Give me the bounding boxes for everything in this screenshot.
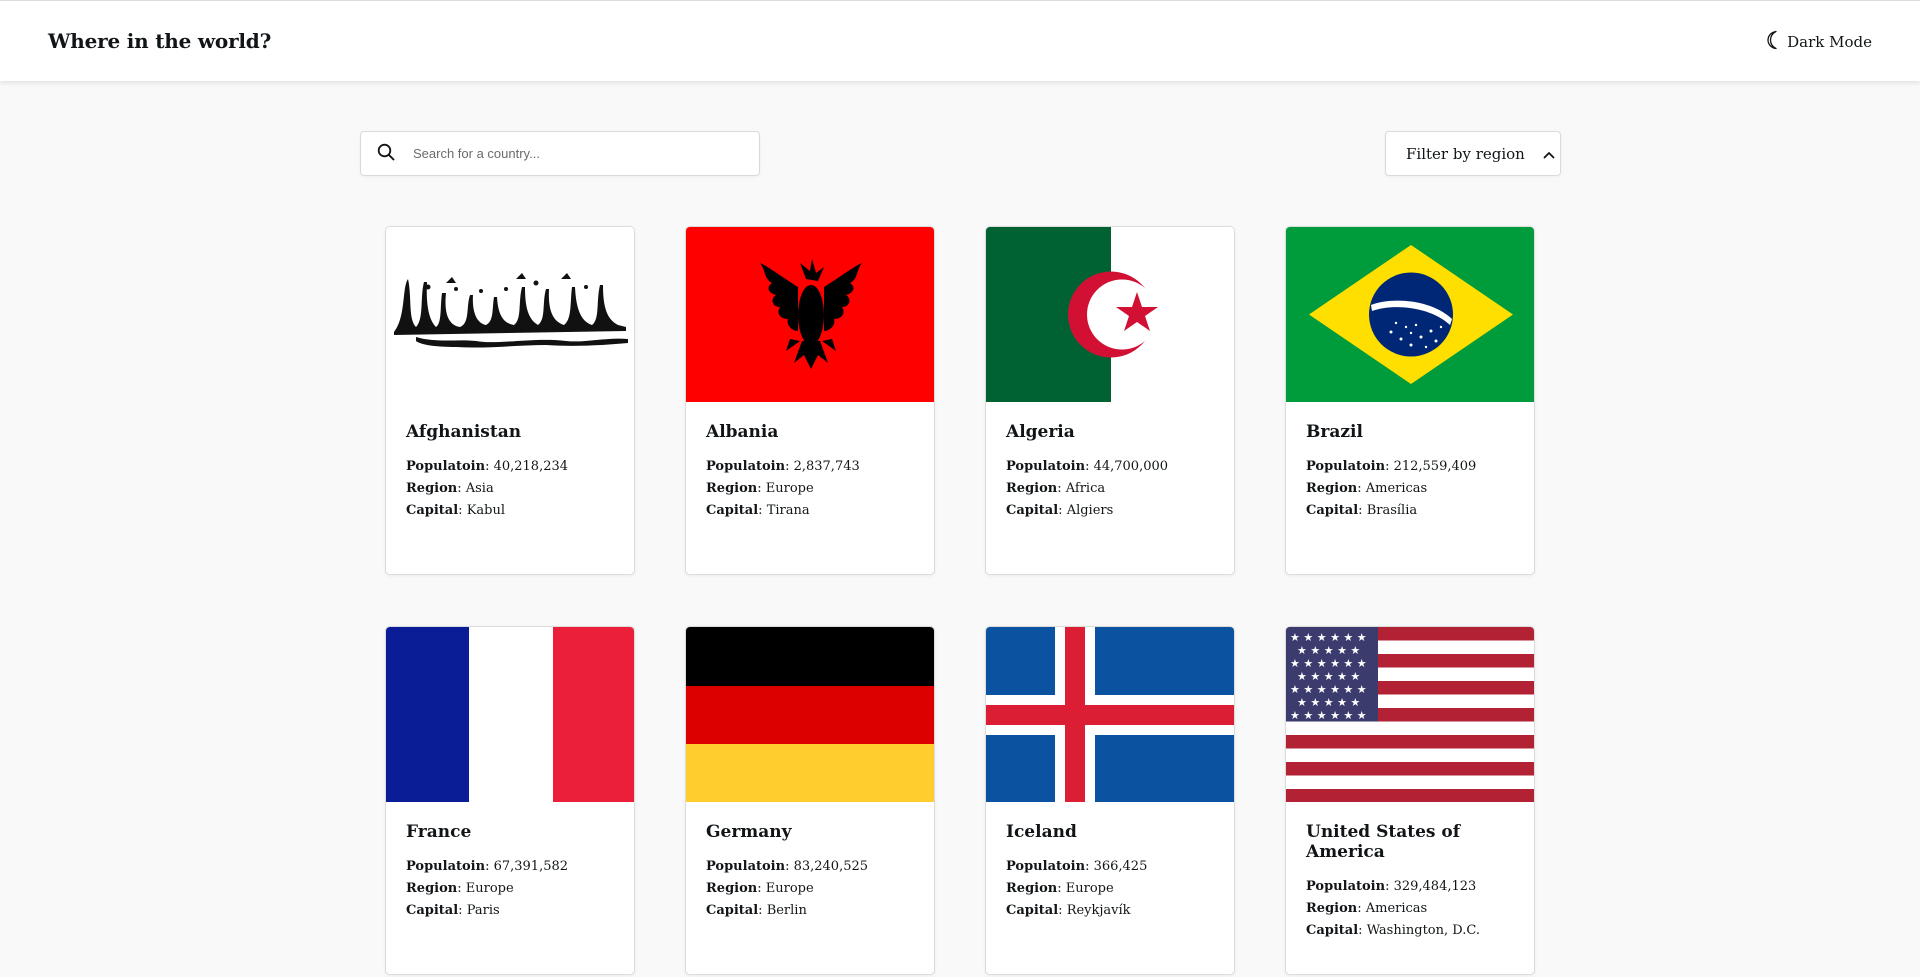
capital-stat: Capital: Paris — [406, 903, 500, 918]
population-stat: Populatoin: 67,391,582 — [406, 859, 569, 874]
country-card[interactable]: Afghanistan Populatoin: 40,218,234 Regio… — [385, 226, 635, 575]
country-card[interactable]: Albania Populatoin: 2,837,743 Region: Eu… — [685, 226, 935, 575]
iceland-flag-image — [986, 627, 1234, 802]
search-icon — [377, 143, 395, 165]
svg-text:★ ★ ★ ★ ★ ★: ★ ★ ★ ★ ★ ★ — [1290, 631, 1367, 644]
dark-mode-label: Dark Mode — [1787, 33, 1872, 51]
svg-text:★ ★ ★ ★ ★: ★ ★ ★ ★ ★ — [1297, 644, 1360, 657]
top-header: Where in the world? Dark Mode — [0, 0, 1920, 81]
population-stat: Populatoin: 2,837,743 — [706, 459, 860, 474]
country-card[interactable]: Algeria Populatoin: 44,700,000 Region: A… — [985, 226, 1235, 575]
germany-flag-image — [686, 627, 934, 802]
country-card[interactable]: France Populatoin: 67,391,582 Region: Eu… — [385, 626, 635, 975]
region-stat: Region: Africa — [1006, 481, 1106, 496]
capital-stat: Capital: Algiers — [1006, 503, 1114, 518]
country-card[interactable]: ★ ★ ★ ★ ★ ★ ★ ★ ★ ★ ★ ★ ★ ★ ★ ★ ★ ★ ★ ★ … — [1285, 626, 1535, 975]
population-stat: Populatoin: 44,700,000 — [1006, 459, 1169, 474]
france-flag-image — [386, 627, 634, 802]
country-name: United States of America — [1306, 822, 1461, 862]
albania-flag-image — [686, 227, 934, 402]
region-filter-label: Filter by region — [1406, 144, 1525, 163]
svg-text:★ ★ ★ ★ ★ ★: ★ ★ ★ ★ ★ ★ — [1290, 657, 1367, 670]
capital-stat: Capital: Brasília — [1306, 503, 1418, 518]
algeria-flag-image — [986, 227, 1234, 402]
capital-stat: Capital: Washington, D.C. — [1306, 923, 1480, 938]
country-name: Albania — [706, 422, 779, 442]
capital-stat: Capital: Tirana — [706, 503, 810, 518]
capital-stat: Capital: Kabul — [406, 503, 506, 518]
region-stat: Region: Asia — [406, 481, 494, 496]
region-stat: Region: Europe — [406, 881, 514, 896]
country-name: France — [406, 822, 472, 842]
search-input[interactable] — [413, 146, 733, 161]
population-stat: Populatoin: 366,425 — [1006, 859, 1148, 874]
population-stat: Populatoin: 212,559,409 — [1306, 459, 1477, 474]
svg-text:★ ★ ★ ★ ★: ★ ★ ★ ★ ★ — [1297, 696, 1360, 709]
country-name: Brazil — [1306, 422, 1363, 442]
afghanistan-flag-image — [386, 227, 634, 402]
svg-text:★ ★ ★ ★ ★: ★ ★ ★ ★ ★ — [1297, 670, 1360, 683]
capital-stat: Capital: Berlin — [706, 903, 807, 918]
country-name: Germany — [706, 822, 792, 842]
svg-text:★ ★ ★ ★ ★ ★: ★ ★ ★ ★ ★ ★ — [1290, 683, 1367, 696]
capital-stat: Capital: Reykjavík — [1006, 903, 1131, 918]
svg-text:★ ★ ★ ★ ★ ★: ★ ★ ★ ★ ★ ★ — [1290, 709, 1367, 722]
dark-mode-toggle[interactable]: Dark Mode — [1765, 30, 1872, 54]
country-name: Afghanistan — [406, 422, 522, 442]
region-stat: Region: Europe — [1006, 881, 1114, 896]
country-card[interactable]: Brazil Populatoin: 212,559,409 Region: A… — [1285, 226, 1535, 575]
usa-flag-image: ★ ★ ★ ★ ★ ★ ★ ★ ★ ★ ★ ★ ★ ★ ★ ★ ★ ★ ★ ★ … — [1286, 627, 1534, 802]
region-stat: Region: Europe — [706, 881, 814, 896]
population-stat: Populatoin: 329,484,123 — [1306, 879, 1477, 894]
country-card[interactable]: Iceland Populatoin: 366,425 Region: Euro… — [985, 626, 1235, 975]
region-stat: Region: Americas — [1306, 901, 1428, 916]
app-title: Where in the world? — [48, 29, 272, 53]
moon-icon — [1765, 30, 1781, 54]
country-card[interactable]: Germany Populatoin: 83,240,525 Region: E… — [685, 626, 935, 975]
chevron-up-icon — [1543, 145, 1555, 163]
region-stat: Region: Americas — [1306, 481, 1428, 496]
country-name: Iceland — [1006, 822, 1077, 842]
brazil-flag-image — [1286, 227, 1534, 402]
region-stat: Region: Europe — [706, 481, 814, 496]
search-box[interactable] — [360, 131, 760, 176]
population-stat: Populatoin: 83,240,525 — [706, 859, 869, 874]
region-filter-dropdown[interactable]: Filter by region — [1385, 131, 1561, 176]
country-name: Algeria — [1006, 422, 1075, 442]
population-stat: Populatoin: 40,218,234 — [406, 459, 569, 474]
